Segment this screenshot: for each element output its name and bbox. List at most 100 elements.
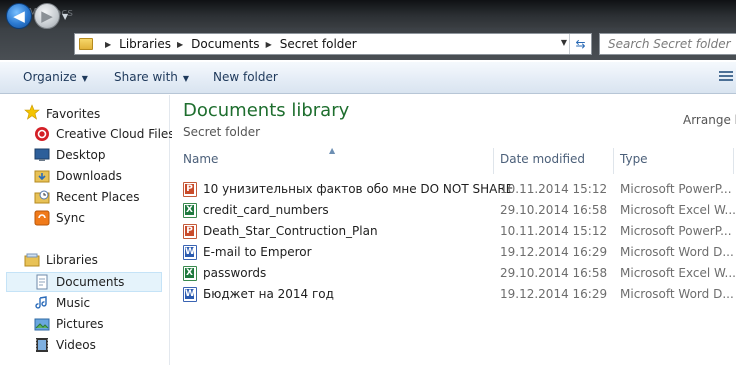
excel-file-icon: X (183, 266, 197, 281)
file-row[interactable]: X passwords 29.10.2014 16:58 Microsoft E… (180, 263, 736, 283)
sidebar-item-label: Recent Places (56, 190, 140, 204)
file-name: Бюджет на 2014 год (203, 287, 334, 301)
file-type: Microsoft PowerP... (620, 182, 732, 196)
file-row[interactable]: X credit_card_numbers 29.10.2014 16:58 M… (180, 200, 736, 220)
forward-button[interactable]: ▶ (34, 3, 60, 29)
sidebar-favorites-header[interactable]: Favorites (46, 104, 100, 124)
file-name: Death_Star_Contruction_Plan (203, 224, 378, 238)
sort-ascending-icon: ▲ (329, 146, 336, 155)
file-date: 19.12.2014 16:29 (500, 287, 608, 301)
library-subtitle: Secret folder (183, 125, 261, 139)
breadcrumb-libraries[interactable]: Libraries (119, 37, 171, 51)
refresh-icon: ⇆ (575, 37, 586, 51)
sidebar-item-recent-places[interactable]: Recent Places (56, 187, 139, 207)
column-header-type[interactable]: Type (620, 152, 648, 166)
word-file-icon: W (183, 287, 197, 302)
pictures-icon (34, 318, 50, 331)
sidebar-item-label: Videos (56, 338, 96, 352)
share-with-label: Share with (114, 70, 178, 84)
file-date: 29.10.2014 16:58 (500, 266, 608, 280)
chevron-down-icon: ▼ (62, 12, 69, 21)
sidebar-item-label: Desktop (56, 148, 106, 162)
desktop-icon (34, 148, 50, 161)
file-date: 29.10.2014 16:58 (500, 203, 608, 217)
star-icon (24, 104, 40, 120)
libraries-icon (24, 253, 40, 267)
sidebar-item-videos[interactable]: Videos (56, 335, 96, 355)
breadcrumb-separator-icon[interactable]: ▶ (177, 40, 183, 49)
file-type: Microsoft Excel W... (620, 266, 736, 280)
excel-file-icon: X (183, 203, 197, 218)
powerpoint-file-icon: P (183, 182, 197, 197)
breadcrumb-secret-folder[interactable]: Secret folder (280, 37, 357, 51)
organize-label: Organize (23, 70, 77, 84)
breadcrumb-separator-icon[interactable]: ▶ (266, 40, 272, 49)
breadcrumb-separator-icon[interactable]: ▶ (105, 40, 111, 49)
recent-pages-dropdown[interactable]: ▼ (62, 12, 72, 22)
sidebar-item-sync[interactable]: Sync (56, 208, 85, 228)
search-input[interactable]: Search Secret folder (599, 33, 736, 55)
new-folder-label: New folder (213, 70, 278, 84)
sidebar-item-pictures[interactable]: Pictures (56, 314, 104, 334)
sync-icon (34, 210, 50, 226)
organize-button[interactable]: Organize ▼ (23, 70, 88, 84)
sidebar-item-downloads[interactable]: Downloads (56, 166, 122, 186)
word-file-icon: W (183, 245, 197, 260)
music-icon (35, 296, 47, 309)
address-bar[interactable]: ▶ Libraries ▶ Documents ▶ Secret folder … (74, 33, 592, 55)
recent-places-icon (34, 190, 50, 204)
videos-icon (36, 338, 48, 352)
sidebar-item-label: Pictures (56, 317, 104, 331)
sidebar-item-documents[interactable]: Documents (56, 272, 124, 292)
file-type: Microsoft Word D... (620, 287, 734, 301)
column-divider[interactable] (613, 148, 614, 174)
sidebar-favorites-label: Favorites (46, 107, 101, 121)
sidebar-item-music[interactable]: Music (56, 293, 90, 313)
back-arrow-icon: ◀ (13, 7, 25, 25)
arrange-by-button[interactable]: Arrange by (683, 113, 736, 127)
file-row[interactable]: P Death_Star_Contruction_Plan 10.11.2014… (180, 221, 736, 241)
file-date: 10.11.2014 15:12 (500, 182, 608, 196)
share-with-button[interactable]: Share with ▼ (114, 70, 189, 84)
sidebar-item-label: Documents (56, 275, 125, 289)
file-row[interactable]: W Бюджет на 2014 год 19.12.2014 16:29 Mi… (180, 284, 736, 304)
file-row[interactable]: P 10 унизительных фактов обо мне DO NOT … (180, 179, 736, 199)
sidebar-item-creative-cloud-files[interactable]: Creative Cloud Files (56, 124, 175, 144)
powerpoint-file-icon: P (183, 224, 197, 239)
chevron-down-icon: ▼ (81, 74, 88, 83)
file-name: E-mail to Emperor (203, 245, 312, 259)
sidebar-item-label: Downloads (56, 169, 122, 183)
forward-arrow-icon: ▶ (41, 7, 53, 25)
file-row[interactable]: W E-mail to Emperor 19.12.2014 16:29 Mic… (180, 242, 736, 262)
creative-cloud-icon (35, 127, 49, 141)
window-titlebar: My docs (0, 0, 736, 28)
address-dropdown-icon[interactable]: ▼ (561, 38, 567, 47)
folder-icon (79, 38, 93, 50)
back-button[interactable]: ◀ (6, 3, 32, 29)
command-bar: Organize ▼ Share with ▼ New folder (0, 62, 736, 94)
file-name: passwords (203, 266, 267, 280)
change-view-icon[interactable] (719, 71, 733, 83)
file-date: 10.11.2014 15:12 (500, 224, 608, 238)
chevron-down-icon: ▼ (182, 74, 190, 83)
file-name: 10 унизительных фактов обо мне DO NOT SH… (203, 182, 514, 196)
column-divider[interactable] (733, 148, 734, 174)
refresh-button[interactable]: ⇆ (569, 34, 591, 54)
library-title: Documents library (183, 100, 350, 121)
downloads-folder-icon (34, 170, 50, 183)
file-type: Microsoft Word D... (620, 245, 734, 259)
documents-icon (36, 274, 48, 290)
file-name: credit_card_numbers (203, 203, 329, 217)
file-type: Microsoft Excel W... (620, 203, 736, 217)
column-header-name[interactable]: Name (183, 152, 218, 166)
sidebar-item-label: Creative Cloud Files (56, 127, 175, 141)
sidebar-libraries-label: Libraries (46, 253, 98, 267)
column-header-date-modified[interactable]: Date modified (500, 152, 585, 166)
column-divider[interactable] (493, 148, 494, 174)
sidebar-item-label: Music (56, 296, 91, 310)
sidebar-item-desktop[interactable]: Desktop (56, 145, 106, 165)
sidebar-libraries-header[interactable]: Libraries (46, 250, 98, 270)
sidebar-item-label: Sync (56, 211, 85, 225)
breadcrumb-documents[interactable]: Documents (191, 37, 259, 51)
new-folder-button[interactable]: New folder (213, 70, 278, 84)
